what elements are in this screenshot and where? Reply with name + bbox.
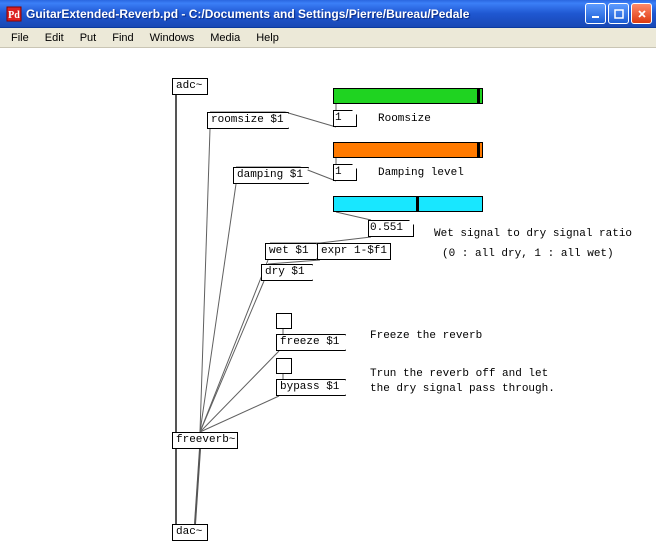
msg-freeze[interactable]: freeze $1	[276, 334, 346, 351]
slider-ratio-knob	[416, 197, 419, 211]
menu-help[interactable]: Help	[249, 30, 286, 46]
maximize-button[interactable]	[608, 3, 629, 24]
close-button[interactable]	[631, 3, 652, 24]
slider-damping[interactable]	[333, 142, 483, 158]
obj-adc[interactable]: adc~	[172, 78, 208, 95]
pd-app-icon: Pd	[6, 6, 22, 22]
menu-windows[interactable]: Windows	[143, 30, 202, 46]
slider-roomsize-knob	[477, 89, 480, 103]
number-roomsize[interactable]: 1	[333, 110, 357, 127]
label-ratio-2: (0 : all dry, 1 : all wet)	[442, 248, 614, 260]
svg-text:Pd: Pd	[8, 10, 20, 21]
msg-wet[interactable]: wet $1	[265, 243, 317, 260]
msg-roomsize[interactable]: roomsize $1	[207, 112, 289, 129]
minimize-button[interactable]	[585, 3, 606, 24]
msg-dry[interactable]: dry $1	[261, 264, 313, 281]
slider-roomsize[interactable]	[333, 88, 483, 104]
menu-media[interactable]: Media	[203, 30, 247, 46]
wires	[0, 48, 656, 551]
menu-file[interactable]: File	[4, 30, 36, 46]
msg-damping[interactable]: damping $1	[233, 167, 309, 184]
label-roomsize: Roomsize	[378, 113, 431, 125]
obj-dac[interactable]: dac~	[172, 524, 208, 541]
label-ratio-1: Wet signal to dry signal ratio	[434, 228, 632, 240]
number-damping[interactable]: 1	[333, 164, 357, 181]
label-freeze: Freeze the reverb	[370, 330, 482, 342]
toggle-bypass[interactable]	[276, 358, 292, 374]
window-title: GuitarExtended-Reverb.pd - C:/Documents …	[26, 7, 585, 21]
slider-damping-knob	[477, 143, 480, 157]
label-damping: Damping level	[378, 167, 464, 179]
menu-find[interactable]: Find	[105, 30, 140, 46]
number-ratio[interactable]: 0.551	[368, 220, 414, 237]
obj-freeverb[interactable]: freeverb~	[172, 432, 238, 449]
toggle-freeze[interactable]	[276, 313, 292, 329]
msg-bypass[interactable]: bypass $1	[276, 379, 346, 396]
menubar: File Edit Put Find Windows Media Help	[0, 28, 656, 48]
slider-ratio[interactable]	[333, 196, 483, 212]
label-bypass-2: the dry signal pass through.	[370, 383, 555, 395]
obj-expr[interactable]: expr 1-$f1	[317, 243, 391, 260]
label-bypass-1: Trun the reverb off and let	[370, 368, 548, 380]
patch-canvas[interactable]: adc~ 1 Roomsize roomsize $1 1 Damping le…	[0, 48, 656, 551]
menu-edit[interactable]: Edit	[38, 30, 71, 46]
titlebar: Pd GuitarExtended-Reverb.pd - C:/Documen…	[0, 0, 656, 28]
menu-put[interactable]: Put	[73, 30, 104, 46]
